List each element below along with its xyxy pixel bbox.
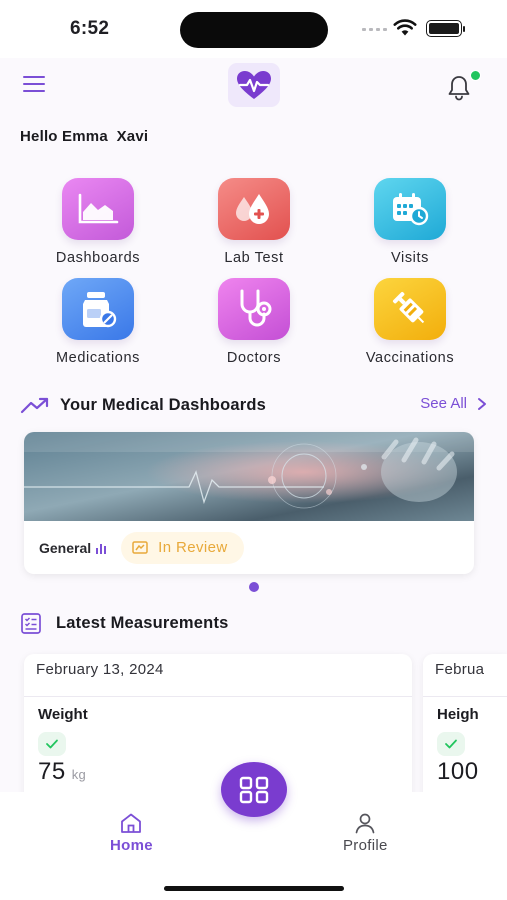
quick-action-label: Visits (391, 250, 429, 266)
quick-action-tile (62, 178, 134, 240)
dashboard-type: General (39, 540, 107, 556)
measurement-unit: kg (71, 767, 87, 782)
measurement-value-number: 100 (437, 758, 479, 785)
grid-icon (239, 776, 269, 803)
pill-bottle-icon (83, 292, 117, 328)
app-screen: 6:52 Hello Emma Xavi Dashboards Lab Test… (0, 0, 507, 900)
notification-dot (470, 70, 481, 81)
measurement-date: February 13, 2024 (36, 661, 164, 678)
quick-action-tile (218, 178, 290, 240)
wifi-icon (393, 19, 417, 36)
blood-drop-icon (236, 194, 269, 224)
quick-action-tile (374, 278, 446, 340)
measurement-value: 100 (437, 758, 479, 786)
measurement-value-number: 75 (38, 758, 66, 785)
check-icon (437, 732, 465, 756)
quick-action-tile (62, 278, 134, 340)
stethoscope-icon (240, 289, 272, 327)
heart-pulse-icon (237, 71, 271, 99)
check-icon (38, 732, 66, 756)
dynamic-island (180, 12, 328, 48)
nav-item-profile[interactable]: Profile (343, 812, 388, 854)
checklist-icon (21, 613, 41, 634)
quick-action-doctors[interactable]: Doctors (176, 278, 332, 366)
measurement-value: 75 kg (38, 758, 86, 786)
home-icon (121, 813, 142, 833)
bell-icon[interactable] (446, 74, 472, 102)
calendar-clock-icon (393, 193, 429, 226)
status-bar: 6:52 (0, 0, 507, 58)
hamburger-menu-icon[interactable] (23, 76, 45, 92)
quick-action-tile (374, 178, 446, 240)
quick-action-label: Doctors (226, 350, 282, 366)
measurement-name: Heigh (437, 706, 479, 723)
user-icon (355, 813, 375, 834)
quick-action-label: Medications (56, 350, 140, 366)
battery-icon (426, 20, 465, 37)
quick-action-label: Vaccinations (365, 350, 455, 366)
status-badge-label: In Review (158, 539, 228, 556)
dashboard-cover-image (24, 432, 474, 521)
chevron-right-icon (478, 397, 486, 410)
see-all-label: See All (420, 395, 467, 412)
dashboards-section-header: Your Medical Dashboards See All (20, 392, 487, 418)
quick-action-label: Lab Test (224, 250, 284, 266)
cellular-signal-icon (362, 28, 387, 31)
measurement-card[interactable]: Februa Heigh 100 (423, 654, 507, 814)
trending-up-icon (20, 397, 49, 414)
quick-action-medications[interactable]: Medications (20, 278, 176, 366)
quick-action-visits[interactable]: Visits (332, 178, 488, 266)
nav-item-home[interactable]: Home (110, 812, 153, 854)
status-badge: In Review (121, 531, 244, 564)
nav-label-profile: Profile (343, 837, 388, 854)
bar-chart-icon (96, 543, 107, 554)
divider (24, 696, 412, 697)
measurement-card[interactable]: February 13, 2024 Weight 75 kg (24, 654, 412, 814)
measurements-section-title: Latest Measurements (56, 613, 229, 632)
measurements-section-header: Latest Measurements (20, 610, 487, 636)
quick-action-dashboards[interactable]: Dashboards (20, 178, 176, 266)
quick-action-label: Dashboards (55, 250, 141, 266)
quick-action-vaccinations[interactable]: Vaccinations (332, 278, 488, 366)
apps-grid-button[interactable] (221, 762, 287, 817)
medical-cover-illustration (24, 432, 474, 521)
divider (423, 696, 507, 697)
measurement-name: Weight (38, 706, 88, 723)
status-time: 6:52 (70, 18, 110, 39)
measurement-date: Februa (435, 661, 485, 678)
carousel-pager-dot[interactable] (249, 582, 259, 592)
dashboard-type-label: General (39, 539, 92, 556)
quick-action-lab-test[interactable]: Lab Test (176, 178, 332, 266)
dashboard-card[interactable]: General In Review (24, 432, 474, 574)
review-icon (132, 540, 148, 554)
dashboard-card-footer: General In Review (24, 521, 474, 574)
quick-action-tile (218, 278, 290, 340)
greeting-text: Hello Emma Xavi (20, 128, 149, 145)
dashboards-section-title: Your Medical Dashboards (60, 395, 267, 414)
home-indicator (164, 886, 344, 891)
app-header (0, 58, 507, 120)
see-all-link[interactable]: See All (420, 395, 487, 412)
area-chart-icon (78, 193, 119, 224)
app-logo (228, 63, 280, 107)
nav-label-home: Home (110, 837, 153, 854)
syringe-icon (392, 291, 425, 324)
